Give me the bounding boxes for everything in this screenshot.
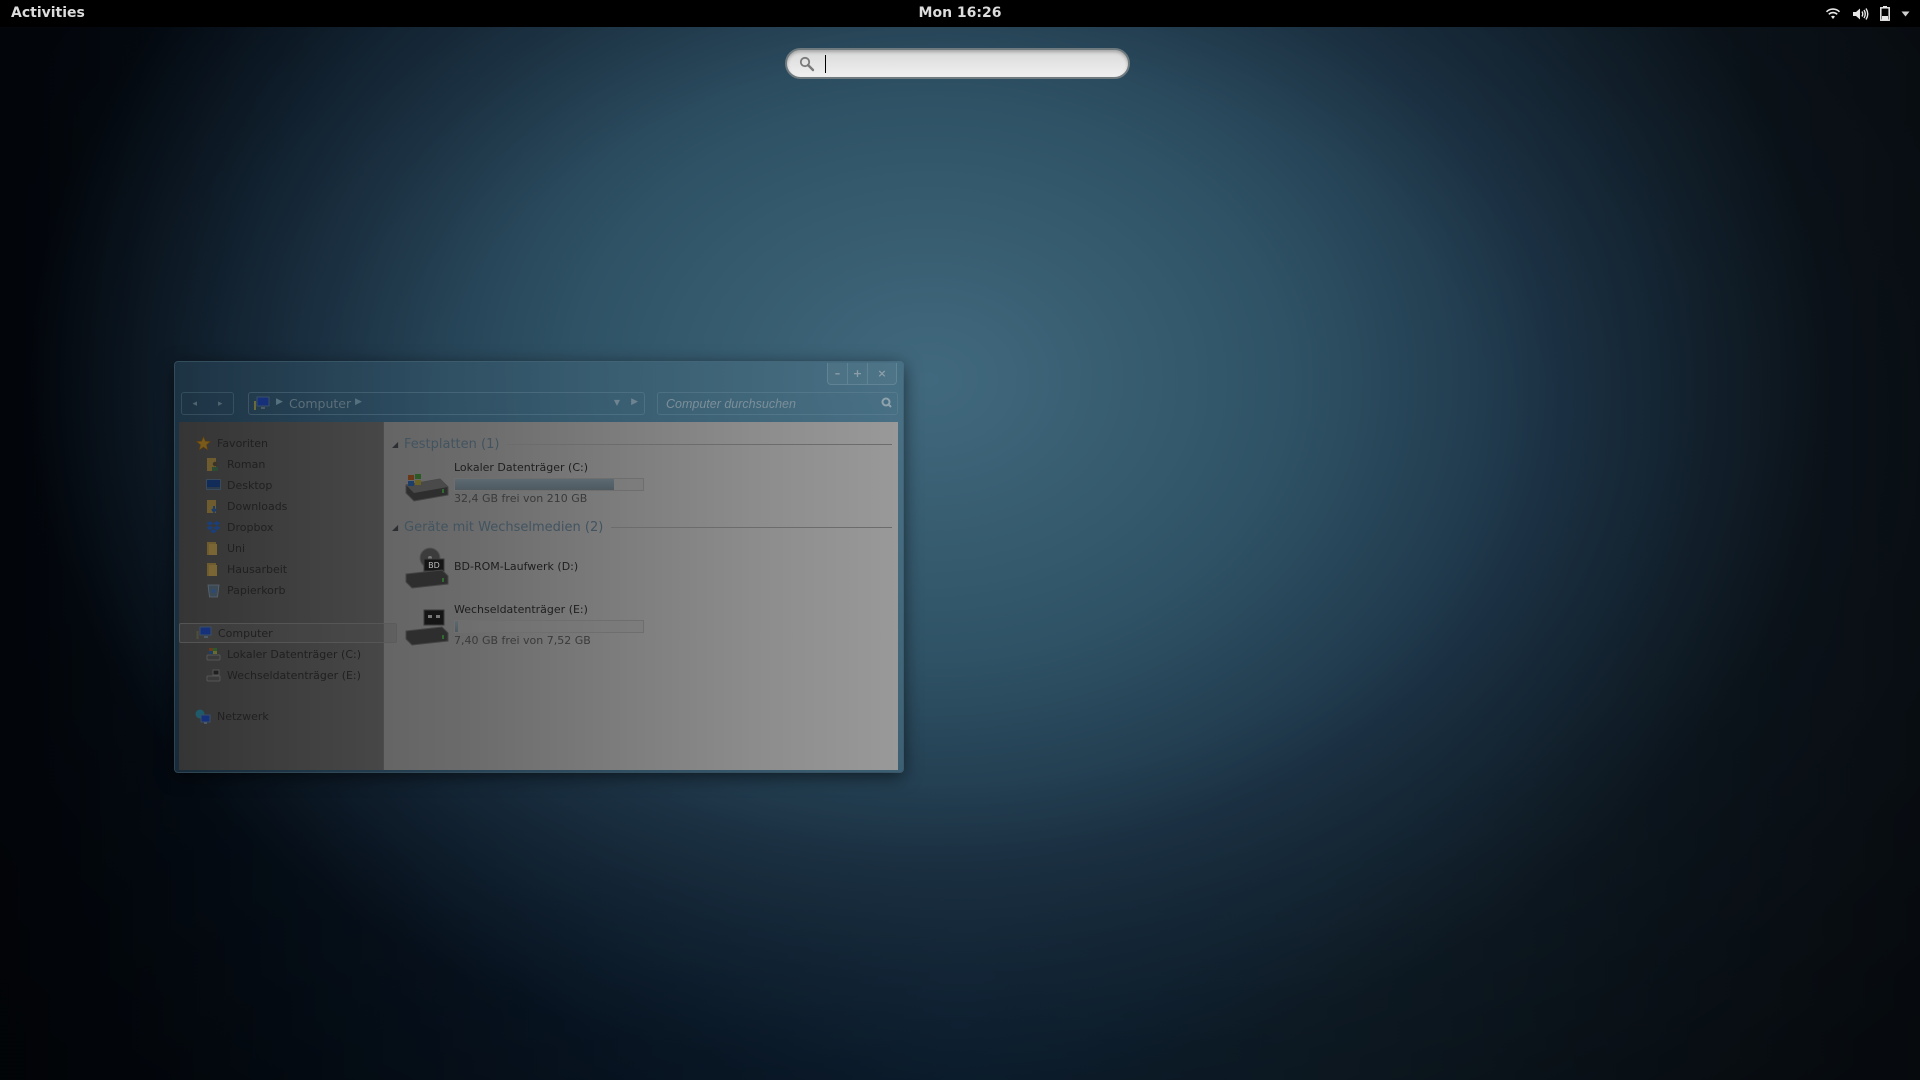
top-panel: Activities Mon 16:26: [0, 0, 1920, 27]
svg-text:BD: BD: [428, 561, 440, 570]
back-button[interactable]: ◂: [192, 399, 197, 409]
dropbox-icon: [205, 519, 221, 535]
drive-item-c[interactable]: Lokaler Datenträger (C:) 32,4 GB frei vo…: [402, 461, 662, 511]
nav-label: Lokaler Datenträger (C:): [227, 647, 362, 661]
navigation-pane: Favoriten Roman Desktop Downloads Dropbo…: [179, 422, 397, 770]
menu-arrow-icon[interactable]: [1901, 11, 1910, 17]
maximize-button[interactable]: +: [848, 363, 868, 384]
nav-label: Uni: [227, 541, 246, 555]
nav-item-dropbox[interactable]: Dropbox: [179, 518, 405, 536]
search-icon: [799, 56, 815, 72]
nav-item-desktop[interactable]: Desktop: [179, 476, 405, 494]
window-titlebar[interactable]: – + ×: [175, 362, 903, 386]
window-content: Favoriten Roman Desktop Downloads Dropbo…: [179, 422, 898, 770]
search-icon[interactable]: [881, 397, 892, 408]
drive-usage-fill: [455, 479, 615, 490]
address-bar[interactable]: ▶ Computer ▶ ▼ ▶: [248, 392, 645, 415]
nav-label: Wechseldatenträger (E:): [227, 668, 361, 682]
nav-label: Papierkorb: [227, 583, 286, 597]
activities-button[interactable]: Activities: [11, 5, 85, 21]
overview-search-input[interactable]: [824, 53, 1118, 76]
nav-item-roman[interactable]: Roman: [179, 455, 405, 473]
collapse-triangle-icon[interactable]: ◢: [392, 440, 404, 449]
address-history-dropdown[interactable]: ▼: [614, 398, 620, 407]
group-header-hard-drives[interactable]: ◢ Festplatten (1): [392, 435, 892, 453]
battery-icon[interactable]: [1880, 6, 1890, 21]
nav-buttons: ◂ ▸: [181, 392, 234, 415]
nav-label: Desktop: [227, 478, 273, 492]
network-icon: [195, 708, 211, 724]
nav-computer[interactable]: Computer: [179, 623, 397, 643]
recycle-bin-icon: [205, 582, 221, 598]
group-title: Festplatten (1): [404, 436, 500, 452]
window-controls: – + ×: [827, 363, 897, 385]
user-folder-icon: [205, 456, 221, 472]
drive-name: Lokaler Datenträger (C:): [454, 461, 589, 474]
forward-button[interactable]: ▸: [218, 399, 223, 409]
drive-item-e[interactable]: Wechseldatenträger (E:) 7,40 GB frei von…: [402, 603, 662, 653]
nav-favorites[interactable]: Favoriten: [179, 434, 395, 452]
drive-free-space: 32,4 GB frei von 210 GB: [454, 492, 588, 505]
breadcrumb-separator[interactable]: ▶: [276, 397, 283, 407]
nav-item-local-disk-c[interactable]: Lokaler Datenträger (C:): [179, 645, 405, 663]
window-toolbar: ◂ ▸ ▶ Computer ▶ ▼ ▶: [175, 392, 903, 415]
nav-item-downloads[interactable]: Downloads: [179, 497, 405, 515]
volume-icon[interactable]: [1852, 7, 1869, 21]
collapse-triangle-icon[interactable]: ◢: [392, 523, 404, 532]
group-divider: [507, 443, 892, 445]
hard-drive-icon: [205, 646, 221, 662]
windows-hard-drive-icon: [405, 474, 449, 502]
bd-rom-drive-icon: BD: [405, 547, 449, 589]
window-search-box[interactable]: [657, 392, 898, 415]
removable-drive-icon: [405, 609, 449, 646]
nav-label: Netzwerk: [217, 709, 269, 723]
star-icon: [195, 435, 211, 451]
main-pane: ◢ Festplatten (1) Lokaler Datenträger (C…: [384, 422, 898, 770]
window-search-input[interactable]: [664, 394, 868, 414]
drive-item-d[interactable]: BD BD-ROM-Laufwerk (D:): [402, 544, 662, 594]
computer-icon: [254, 396, 270, 410]
computer-icon: [196, 625, 212, 641]
folder-icon: [205, 540, 221, 556]
drive-free-space: 7,40 GB frei von 7,52 GB: [454, 634, 591, 647]
group-header-removable[interactable]: ◢ Geräte mit Wechselmedien (2): [392, 518, 892, 536]
nav-item-uni[interactable]: Uni: [179, 539, 405, 557]
wifi-icon[interactable]: [1825, 7, 1841, 20]
nav-label: Dropbox: [227, 520, 274, 534]
address-go-button[interactable]: ▶: [631, 397, 638, 407]
nav-label: Roman: [227, 457, 266, 471]
drive-usage-bar: [454, 620, 644, 633]
drive-usage-bar: [454, 478, 644, 491]
close-button[interactable]: ×: [868, 363, 896, 384]
folder-icon: [205, 561, 221, 577]
breadcrumb-computer[interactable]: Computer: [289, 396, 351, 411]
nav-label: Computer: [218, 626, 273, 640]
breadcrumb-separator[interactable]: ▶: [355, 397, 362, 407]
nav-label: Favoriten: [217, 436, 268, 450]
drive-name: Wechseldatenträger (E:): [454, 603, 588, 616]
nav-item-papierkorb[interactable]: Papierkorb: [179, 581, 405, 599]
drive-name: BD-ROM-Laufwerk (D:): [454, 560, 579, 573]
nav-label: Hausarbeit: [227, 562, 288, 576]
text-cursor: [825, 55, 826, 73]
nav-network[interactable]: Netzwerk: [179, 707, 395, 725]
group-title: Geräte mit Wechselmedien (2): [404, 519, 604, 535]
nav-label: Downloads: [227, 499, 288, 513]
drive-usage-fill: [455, 621, 458, 632]
minimize-button[interactable]: –: [828, 363, 848, 384]
nav-item-removable-e[interactable]: Wechseldatenträger (E:): [179, 666, 405, 684]
explorer-window[interactable]: – + × ◂ ▸ ▶ Computer ▶ ▼ ▶ Computer durc…: [175, 362, 903, 772]
nav-item-hausarbeit[interactable]: Hausarbeit: [179, 560, 405, 578]
removable-drive-icon: [205, 667, 221, 683]
downloads-folder-icon: [205, 498, 221, 514]
system-tray[interactable]: [1825, 3, 1910, 24]
overview-search-entry[interactable]: [785, 48, 1130, 79]
desktop-icon: [205, 477, 221, 493]
clock[interactable]: Mon 16:26: [900, 5, 1020, 21]
group-divider: [611, 526, 892, 528]
